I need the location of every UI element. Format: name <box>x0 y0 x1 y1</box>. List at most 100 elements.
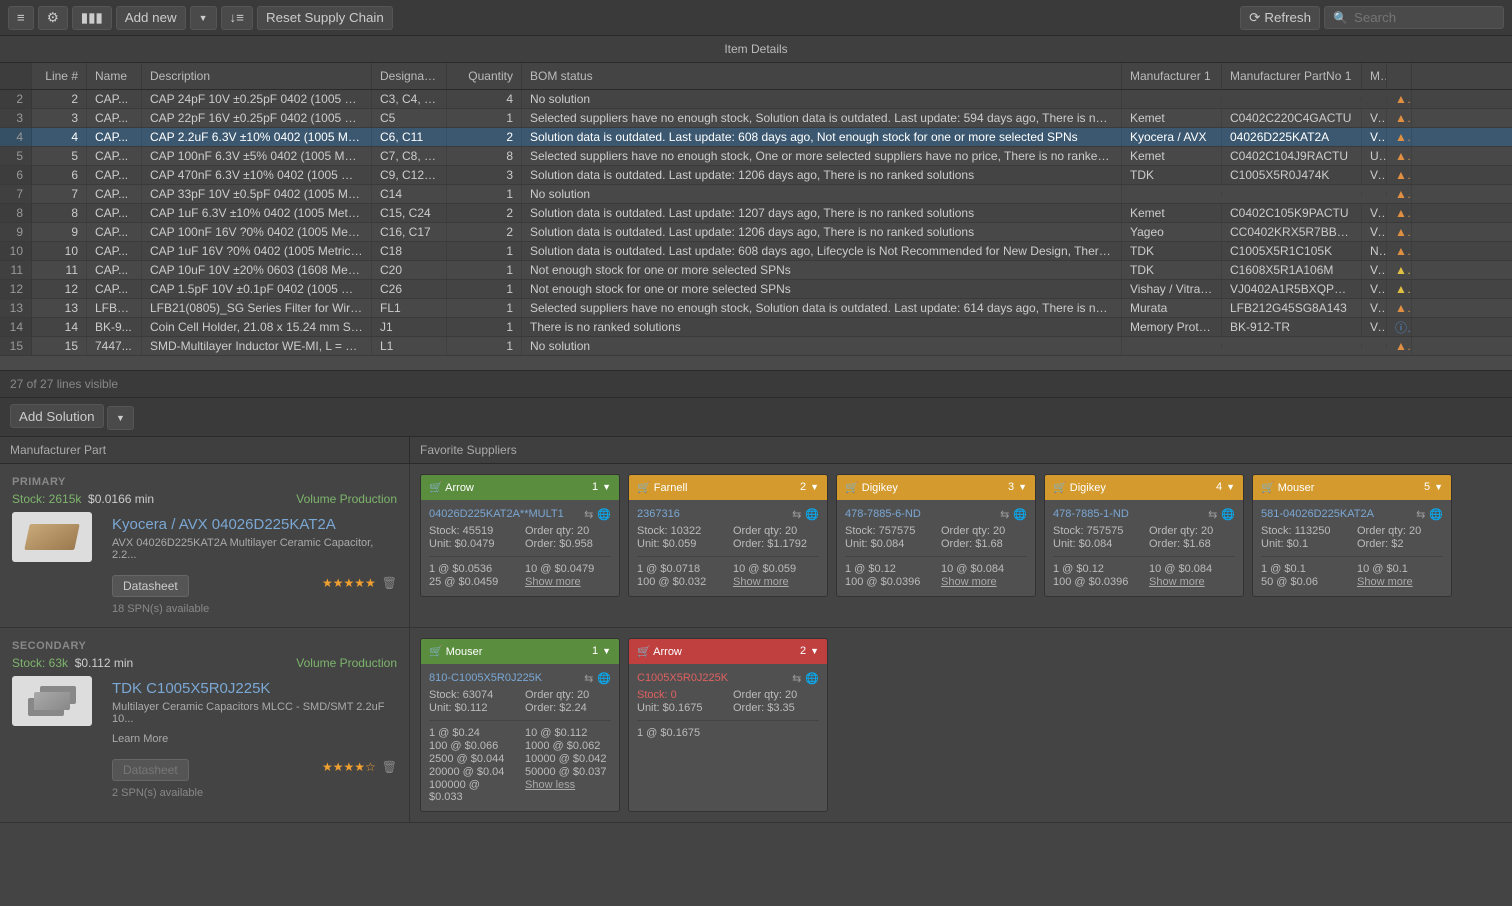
swap-icon[interactable]: ⇆ <box>1208 508 1217 521</box>
show-more-link[interactable]: Show more <box>1357 576 1413 588</box>
supplier-rank[interactable]: 3 ▼ <box>1008 481 1027 493</box>
table-row[interactable]: 55CAP...CAP 100nF 6.3V ±5% 0402 (1005 Me… <box>0 147 1512 166</box>
menu-button[interactable]: ≡ <box>8 6 34 30</box>
supplier-header[interactable]: 🛒 Digikey 3 ▼ <box>837 475 1035 500</box>
datasheet-button[interactable]: Datasheet <box>112 575 189 597</box>
reset-supply-chain-button[interactable]: Reset Supply Chain <box>257 6 393 30</box>
cell-mlc: Vo... <box>1362 128 1387 146</box>
cell-quantity: 4 <box>447 90 522 108</box>
col-line[interactable]: Line # <box>32 63 87 89</box>
stock-line: Stock: 2615k $0.0166 minVolume Productio… <box>12 492 397 506</box>
table-row[interactable]: 33CAP...CAP 22pF 16V ±0.25pF 0402 (1005 … <box>0 109 1512 128</box>
swap-icon[interactable]: ⇆ <box>584 672 593 685</box>
swap-icon[interactable]: ⇆ <box>1416 508 1425 521</box>
supplier-mpn[interactable]: 810-C1005X5R0J225K⇆🌐 <box>429 672 611 685</box>
rating-stars: ★★★★★ <box>322 576 376 590</box>
swap-icon[interactable]: ⇆ <box>1000 508 1009 521</box>
table-row[interactable]: 88CAP...CAP 1uF 6.3V ±10% 0402 (1005 Met… <box>0 204 1512 223</box>
search-input[interactable] <box>1354 10 1495 25</box>
refresh-button[interactable]: ⟳Refresh <box>1240 6 1320 30</box>
supplier-rank[interactable]: 2 ▼ <box>800 645 819 657</box>
supplier-rank[interactable]: 2 ▼ <box>800 481 819 493</box>
cell-status: Solution data is outdated. Last update: … <box>522 223 1122 241</box>
globe-icon[interactable]: 🌐 <box>597 508 611 521</box>
table-row[interactable]: 15157447...SMD-Multilayer Inductor WE-MI… <box>0 337 1512 356</box>
add-new-dropdown[interactable]: ▼ <box>190 6 217 30</box>
supplier-name: 🛒 Arrow <box>429 481 474 494</box>
cell-status: Selected suppliers have no enough stock,… <box>522 299 1122 317</box>
add-new-button[interactable]: Add new <box>116 6 186 30</box>
globe-icon[interactable]: 🌐 <box>597 672 611 685</box>
supplier-name: 🛒 Digikey <box>845 481 898 494</box>
col-quantity[interactable]: Quantity <box>447 63 522 89</box>
table-row[interactable]: 1414BK-9...Coin Cell Holder, 21.08 x 15.… <box>0 318 1512 337</box>
show-more-link[interactable]: Show less <box>525 779 575 791</box>
supplier-mpn[interactable]: 478-7885-6-ND⇆🌐 <box>845 508 1027 521</box>
supplier-mpn[interactable]: 478-7885-1-ND⇆🌐 <box>1053 508 1235 521</box>
col-name[interactable]: Name <box>87 63 142 89</box>
col-bom-status[interactable]: BOM status <box>522 63 1122 89</box>
supplier-stock: Stock: 757575 <box>1053 525 1139 537</box>
supplier-header[interactable]: 🛒 Digikey4 ▼ <box>1045 475 1243 500</box>
sort-button[interactable]: ↓≡ <box>221 6 253 30</box>
globe-icon[interactable]: 🌐 <box>1429 508 1443 521</box>
add-solution-label: Add Solution <box>19 409 95 424</box>
delete-icon[interactable]: 🗑 <box>382 760 397 774</box>
supplier-rank[interactable]: 1 ▼ <box>592 645 611 657</box>
show-more-link[interactable]: Show more <box>941 576 997 588</box>
supplier-rank[interactable]: 4 ▼ <box>1216 481 1235 493</box>
add-solution-button[interactable]: Add Solution <box>10 404 104 428</box>
price-break: Show more <box>525 576 611 588</box>
swap-icon[interactable]: ⇆ <box>584 508 593 521</box>
cell-line: 10 <box>32 242 87 260</box>
table-row[interactable]: 1212CAP...CAP 1.5pF 10V ±0.1pF 0402 (100… <box>0 280 1512 299</box>
table-row[interactable]: 44CAP...CAP 2.2uF 6.3V ±10% 0402 (1005 M… <box>0 128 1512 147</box>
col-mpn[interactable]: Manufacturer PartNo 1 <box>1222 63 1362 89</box>
globe-icon[interactable]: 🌐 <box>805 672 819 685</box>
table-row[interactable]: 1111CAP...CAP 10uF 10V ±20% 0603 (1608 M… <box>0 261 1512 280</box>
table-row[interactable]: 22CAP...CAP 24pF 10V ±0.25pF 0402 (1005 … <box>0 90 1512 109</box>
table-row[interactable]: 1010CAP...CAP 1uF 16V ?0% 0402 (1005 Met… <box>0 242 1512 261</box>
search-box[interactable]: 🔍 <box>1324 6 1504 29</box>
supplier-mpn[interactable]: C1005X5R0J225K⇆🌐 <box>637 672 819 685</box>
table-row[interactable]: 66CAP...CAP 470nF 6.3V ±10% 0402 (1005 M… <box>0 166 1512 185</box>
supplier-mpn[interactable]: 581-04026D225KAT2A⇆🌐 <box>1261 508 1443 521</box>
globe-icon[interactable]: 🌐 <box>805 508 819 521</box>
table-row[interactable]: 1313LFB2...LFB21(0805)_SG Series Filter … <box>0 299 1512 318</box>
col-designator[interactable]: Designator <box>372 63 447 89</box>
part-detail-panel: PRIMARYStock: 2615k $0.0166 minVolume Pr… <box>0 464 1512 906</box>
supplier-mpn[interactable]: 04026D225KAT2A**MULT1⇆🌐 <box>429 508 611 521</box>
show-more-link[interactable]: Show more <box>1149 576 1205 588</box>
part-title-link[interactable]: TDK C1005X5R0J225K <box>112 680 397 697</box>
table-row[interactable]: 99CAP...CAP 100nF 16V ?0% 0402 (1005 Met… <box>0 223 1512 242</box>
col-manufacturer[interactable]: Manufacturer 1 <box>1122 63 1222 89</box>
warning-icon: ▲ <box>1387 242 1412 260</box>
hierarchy-button[interactable]: ⚙ <box>38 6 68 30</box>
swap-icon[interactable]: ⇆ <box>792 508 801 521</box>
supplier-header[interactable]: 🛒 Arrow2 ▼ <box>629 639 827 664</box>
add-solution-dropdown[interactable]: ▼ <box>107 406 134 430</box>
cell-line: 3 <box>32 109 87 127</box>
col-description[interactable]: Description <box>142 63 372 89</box>
delete-icon[interactable]: 🗑 <box>382 576 397 590</box>
part-title-link[interactable]: Kyocera / AVX 04026D225KAT2A <box>112 516 397 533</box>
cell-status: Not enough stock for one or more selecte… <box>522 261 1122 279</box>
globe-icon[interactable]: 🌐 <box>1013 508 1027 521</box>
supplier-header[interactable]: 🛒 Mouser5 ▼ <box>1253 475 1451 500</box>
col-mlc[interactable]: M... <box>1362 63 1387 89</box>
supplier-rank[interactable]: 1 ▼ <box>592 481 611 493</box>
chart-button[interactable]: ▮▮▮ <box>72 6 112 30</box>
table-row[interactable]: 77CAP...CAP 33pF 10V ±0.5pF 0402 (1005 M… <box>0 185 1512 204</box>
show-more-link[interactable]: Show more <box>525 576 581 588</box>
learn-more-link[interactable]: Learn More <box>112 733 397 745</box>
show-more-link[interactable]: Show more <box>733 576 789 588</box>
supplier-mpn[interactable]: 2367316⇆🌐 <box>637 508 819 521</box>
grid-body[interactable]: 22CAP...CAP 24pF 10V ±0.25pF 0402 (1005 … <box>0 90 1512 366</box>
supplier-rank[interactable]: 5 ▼ <box>1424 481 1443 493</box>
supplier-header[interactable]: 🛒 Mouser1 ▼ <box>421 639 619 664</box>
min-price: $0.112 min <box>75 656 133 670</box>
swap-icon[interactable]: ⇆ <box>792 672 801 685</box>
globe-icon[interactable]: 🌐 <box>1221 508 1235 521</box>
supplier-header[interactable]: 🛒 Arrow 1 ▼ <box>421 475 619 500</box>
supplier-header[interactable]: 🛒 Farnell2 ▼ <box>629 475 827 500</box>
